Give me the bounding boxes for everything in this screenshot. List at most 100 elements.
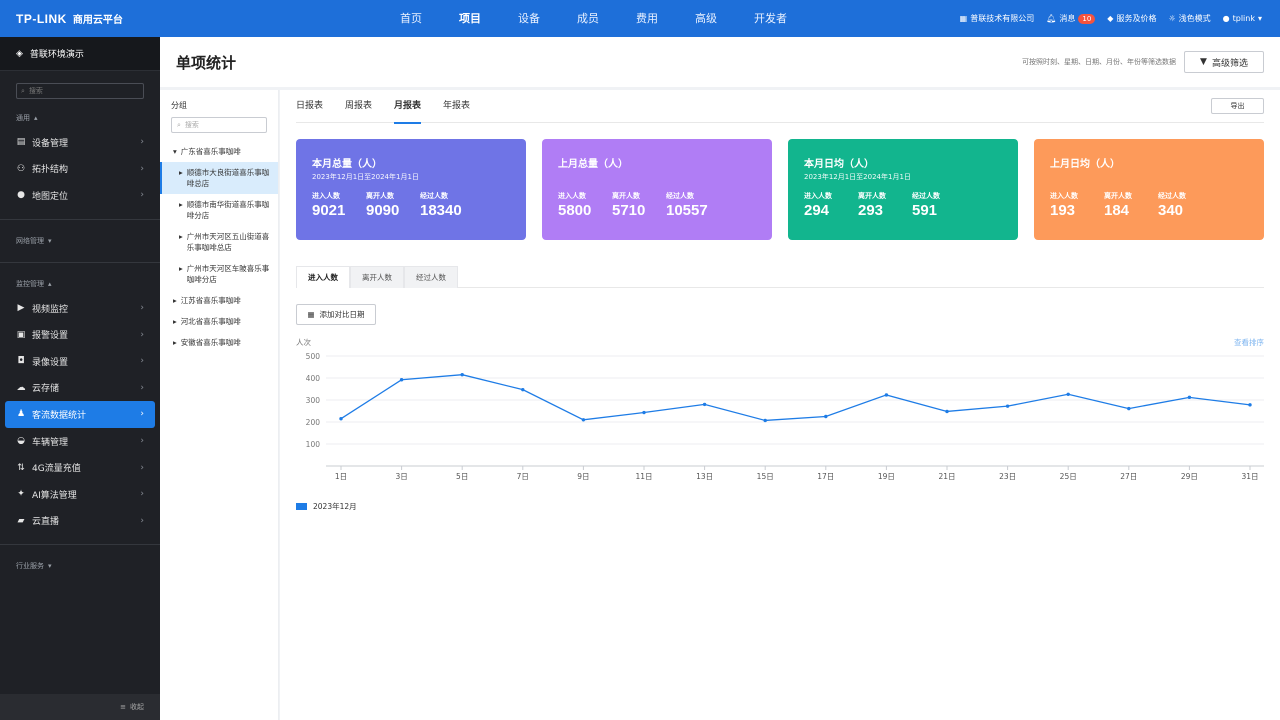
nav-home[interactable]: 首页 xyxy=(400,0,422,37)
data-point xyxy=(521,387,525,392)
tree-node-label: 广州市天河区车陂喜乐事咖啡分店 xyxy=(186,264,270,284)
x-tick-label: 1日 xyxy=(335,472,347,481)
tree-node-root[interactable]: ▾ 广东省喜乐事咖啡 xyxy=(160,141,278,162)
theme-label: 浅色模式 xyxy=(1178,14,1211,23)
metric-pass: 经过人数 340 xyxy=(1158,191,1202,219)
collapse-button[interactable]: ≡ 收起 xyxy=(0,694,160,720)
metric-value: 293 xyxy=(858,202,884,219)
subtab-enter[interactable]: 进入人数 xyxy=(296,266,350,288)
sidebar-item-live[interactable]: ▰ 云直播 › xyxy=(0,508,160,535)
subtab-pass[interactable]: 经过人数 xyxy=(404,266,458,288)
card-date xyxy=(558,172,756,182)
data-point xyxy=(399,378,404,382)
chevron-right-icon: › xyxy=(140,303,144,314)
service-price[interactable]: ◆ 服务及价格 xyxy=(1107,13,1156,24)
metric-pass: 经过人数 18340 xyxy=(420,191,464,219)
group-monitor-label: 监控管理 xyxy=(16,279,44,288)
tree-node-other[interactable]: ▸ 安徽省喜乐事咖啡 xyxy=(160,332,278,353)
chevron-right-icon: › xyxy=(140,515,144,526)
metric-label: 离开人数 xyxy=(858,192,886,200)
tab-weekly[interactable]: 周报表 xyxy=(345,90,372,123)
tree-node-child-selected[interactable]: ▸ 顺德市大良街道喜乐事咖啡总店 xyxy=(160,162,278,194)
sidebar-search-placeholder: 搜索 xyxy=(28,87,43,95)
data-point xyxy=(339,417,343,421)
export-button[interactable]: 导出 xyxy=(1211,98,1264,114)
metric-enter: 进入人数 193 xyxy=(1050,191,1094,219)
group-network[interactable]: 网络管理 ▾ xyxy=(0,230,160,252)
tab-daily[interactable]: 日报表 xyxy=(296,90,323,123)
map-pin-icon: ● xyxy=(17,190,25,201)
search-icon: ⌕ xyxy=(21,86,25,95)
group-general[interactable]: 通用 ▴ xyxy=(0,107,160,129)
nav-advanced[interactable]: 高级 xyxy=(695,0,717,37)
sun-icon: ☼ xyxy=(1168,14,1176,23)
card-last-month-total: 上月总量（人） 进入人数 5800 离开人数 5710 经过人数 10557 xyxy=(542,139,772,240)
tree-node-label: 广东省喜乐事咖啡 xyxy=(180,147,241,156)
add-compare-date-button[interactable]: ▦ 添加对比日期 xyxy=(296,304,376,325)
metric-value: 5710 xyxy=(612,202,646,219)
user-menu[interactable]: ● tplink ▾ xyxy=(1223,14,1262,23)
sidebar-search[interactable]: ⌕ 搜索 xyxy=(16,83,144,99)
tree-node-child[interactable]: ▸ 顺德市南华街道喜乐事咖啡分店 xyxy=(160,194,278,226)
alarm-icon: ▣ xyxy=(16,329,26,340)
group-monitor[interactable]: 监控管理 ▴ xyxy=(0,273,160,295)
car-icon: ◒ xyxy=(17,436,25,447)
nav-member[interactable]: 成员 xyxy=(577,0,599,37)
subtab-leave[interactable]: 离开人数 xyxy=(350,266,404,288)
tree-search[interactable]: ⌕ 搜索 xyxy=(171,117,267,133)
sidebar-item-alarm[interactable]: ▣ 报警设置 › xyxy=(0,321,160,348)
messages[interactable]: 🔔︎ 消息 10 xyxy=(1046,13,1096,24)
nav-fee[interactable]: 费用 xyxy=(636,0,658,37)
sidebar-item-label: 客流数据统计 xyxy=(32,410,87,421)
data-point xyxy=(1187,395,1192,400)
sidebar-item-vehicle[interactable]: ◒ 车辆管理 › xyxy=(0,428,160,455)
tree-node-other[interactable]: ▸ 江苏省喜乐事咖啡 xyxy=(160,290,278,311)
metric-value: 9021 xyxy=(312,202,346,219)
metric-enter: 进入人数 294 xyxy=(804,191,848,219)
x-tick-label: 9日 xyxy=(577,472,589,481)
x-tick-label: 11日 xyxy=(635,472,652,481)
tab-monthly[interactable]: 月报表 xyxy=(394,90,422,124)
nav-developer[interactable]: 开发者 xyxy=(754,0,787,37)
camera-icon: ◘ xyxy=(17,356,25,367)
company-name: 普联技术有限公司 xyxy=(970,14,1035,23)
sidebar-item-cloud[interactable]: ☁ 云存储 › xyxy=(0,375,160,402)
logo[interactable]: TP-LINK 商用云平台 xyxy=(16,0,123,37)
people-icon: ♟ xyxy=(16,409,26,420)
main-nav: 首页 项目 设备 成员 费用 高级 开发者 xyxy=(400,0,824,37)
sidebar-item-label: 云存储 xyxy=(32,384,60,395)
data-point xyxy=(763,418,767,423)
chevron-right-icon: › xyxy=(140,382,144,393)
caret-right-icon: ▸ xyxy=(179,264,183,273)
tree-node-child[interactable]: ▸ 广州市天河区车陂喜乐事咖啡分店 xyxy=(160,258,278,290)
tree-node-other[interactable]: ▸ 河北省喜乐事咖啡 xyxy=(160,311,278,332)
nav-project[interactable]: 项目 xyxy=(459,0,481,37)
tree-node-child[interactable]: ▸ 广州市天河区五山街道喜乐事咖啡总店 xyxy=(160,226,278,258)
x-tick-label: 23日 xyxy=(999,472,1016,481)
sidebar-item-topology[interactable]: ⚇ 拓扑结构 › xyxy=(0,156,160,183)
card-last-month-daily: 上月日均（人） 进入人数 193 离开人数 184 经过人数 340 xyxy=(1034,139,1264,240)
sidebar-item-traffic[interactable]: ♟ 客流数据统计 › xyxy=(5,401,155,428)
nav-device[interactable]: 设备 xyxy=(518,0,540,37)
sidebar-item-device[interactable]: ▤ 设备管理 › xyxy=(0,129,160,156)
messages-label: 消息 xyxy=(1059,14,1076,23)
tab-yearly[interactable]: 年报表 xyxy=(443,90,470,123)
metric-value: 9090 xyxy=(366,202,400,219)
sidebar-item-video[interactable]: ▶ 视频监控 › xyxy=(0,295,160,322)
sidebar-item-map[interactable]: ● 地图定位 › xyxy=(0,182,160,209)
sidebar-item-ai[interactable]: ✦ AI算法管理 › xyxy=(0,481,160,508)
bell-icon: 🔔︎ xyxy=(1046,14,1057,23)
x-tick-label: 21日 xyxy=(938,472,955,481)
theme-toggle[interactable]: ☼ 浅色模式 xyxy=(1168,13,1210,24)
sidebar-item-4g[interactable]: ⇅ 4G流量充值 › xyxy=(0,454,160,481)
sidebar-item-record[interactable]: ◘ 录像设置 › xyxy=(0,348,160,375)
company-switch[interactable]: ▦ 普联技术有限公司 xyxy=(960,13,1035,24)
report-tabs: 日报表 周报表 月报表 年报表 xyxy=(296,90,1264,124)
env-switch[interactable]: ◈ 普联环境演示 xyxy=(0,37,160,71)
caret-right-icon: ▸ xyxy=(179,200,183,209)
view-ranking-link[interactable]: 查看排序 xyxy=(1234,337,1264,348)
top-bar: TP-LINK 商用云平台 首页 项目 设备 成员 费用 高级 开发者 ▦ 普联… xyxy=(0,0,1280,37)
group-industry[interactable]: 行业服务 ▾ xyxy=(0,555,160,577)
chart-legend[interactable]: 2023年12月 xyxy=(296,501,357,512)
advanced-filter-button[interactable]: ▼ 高级筛选 xyxy=(1184,51,1264,73)
